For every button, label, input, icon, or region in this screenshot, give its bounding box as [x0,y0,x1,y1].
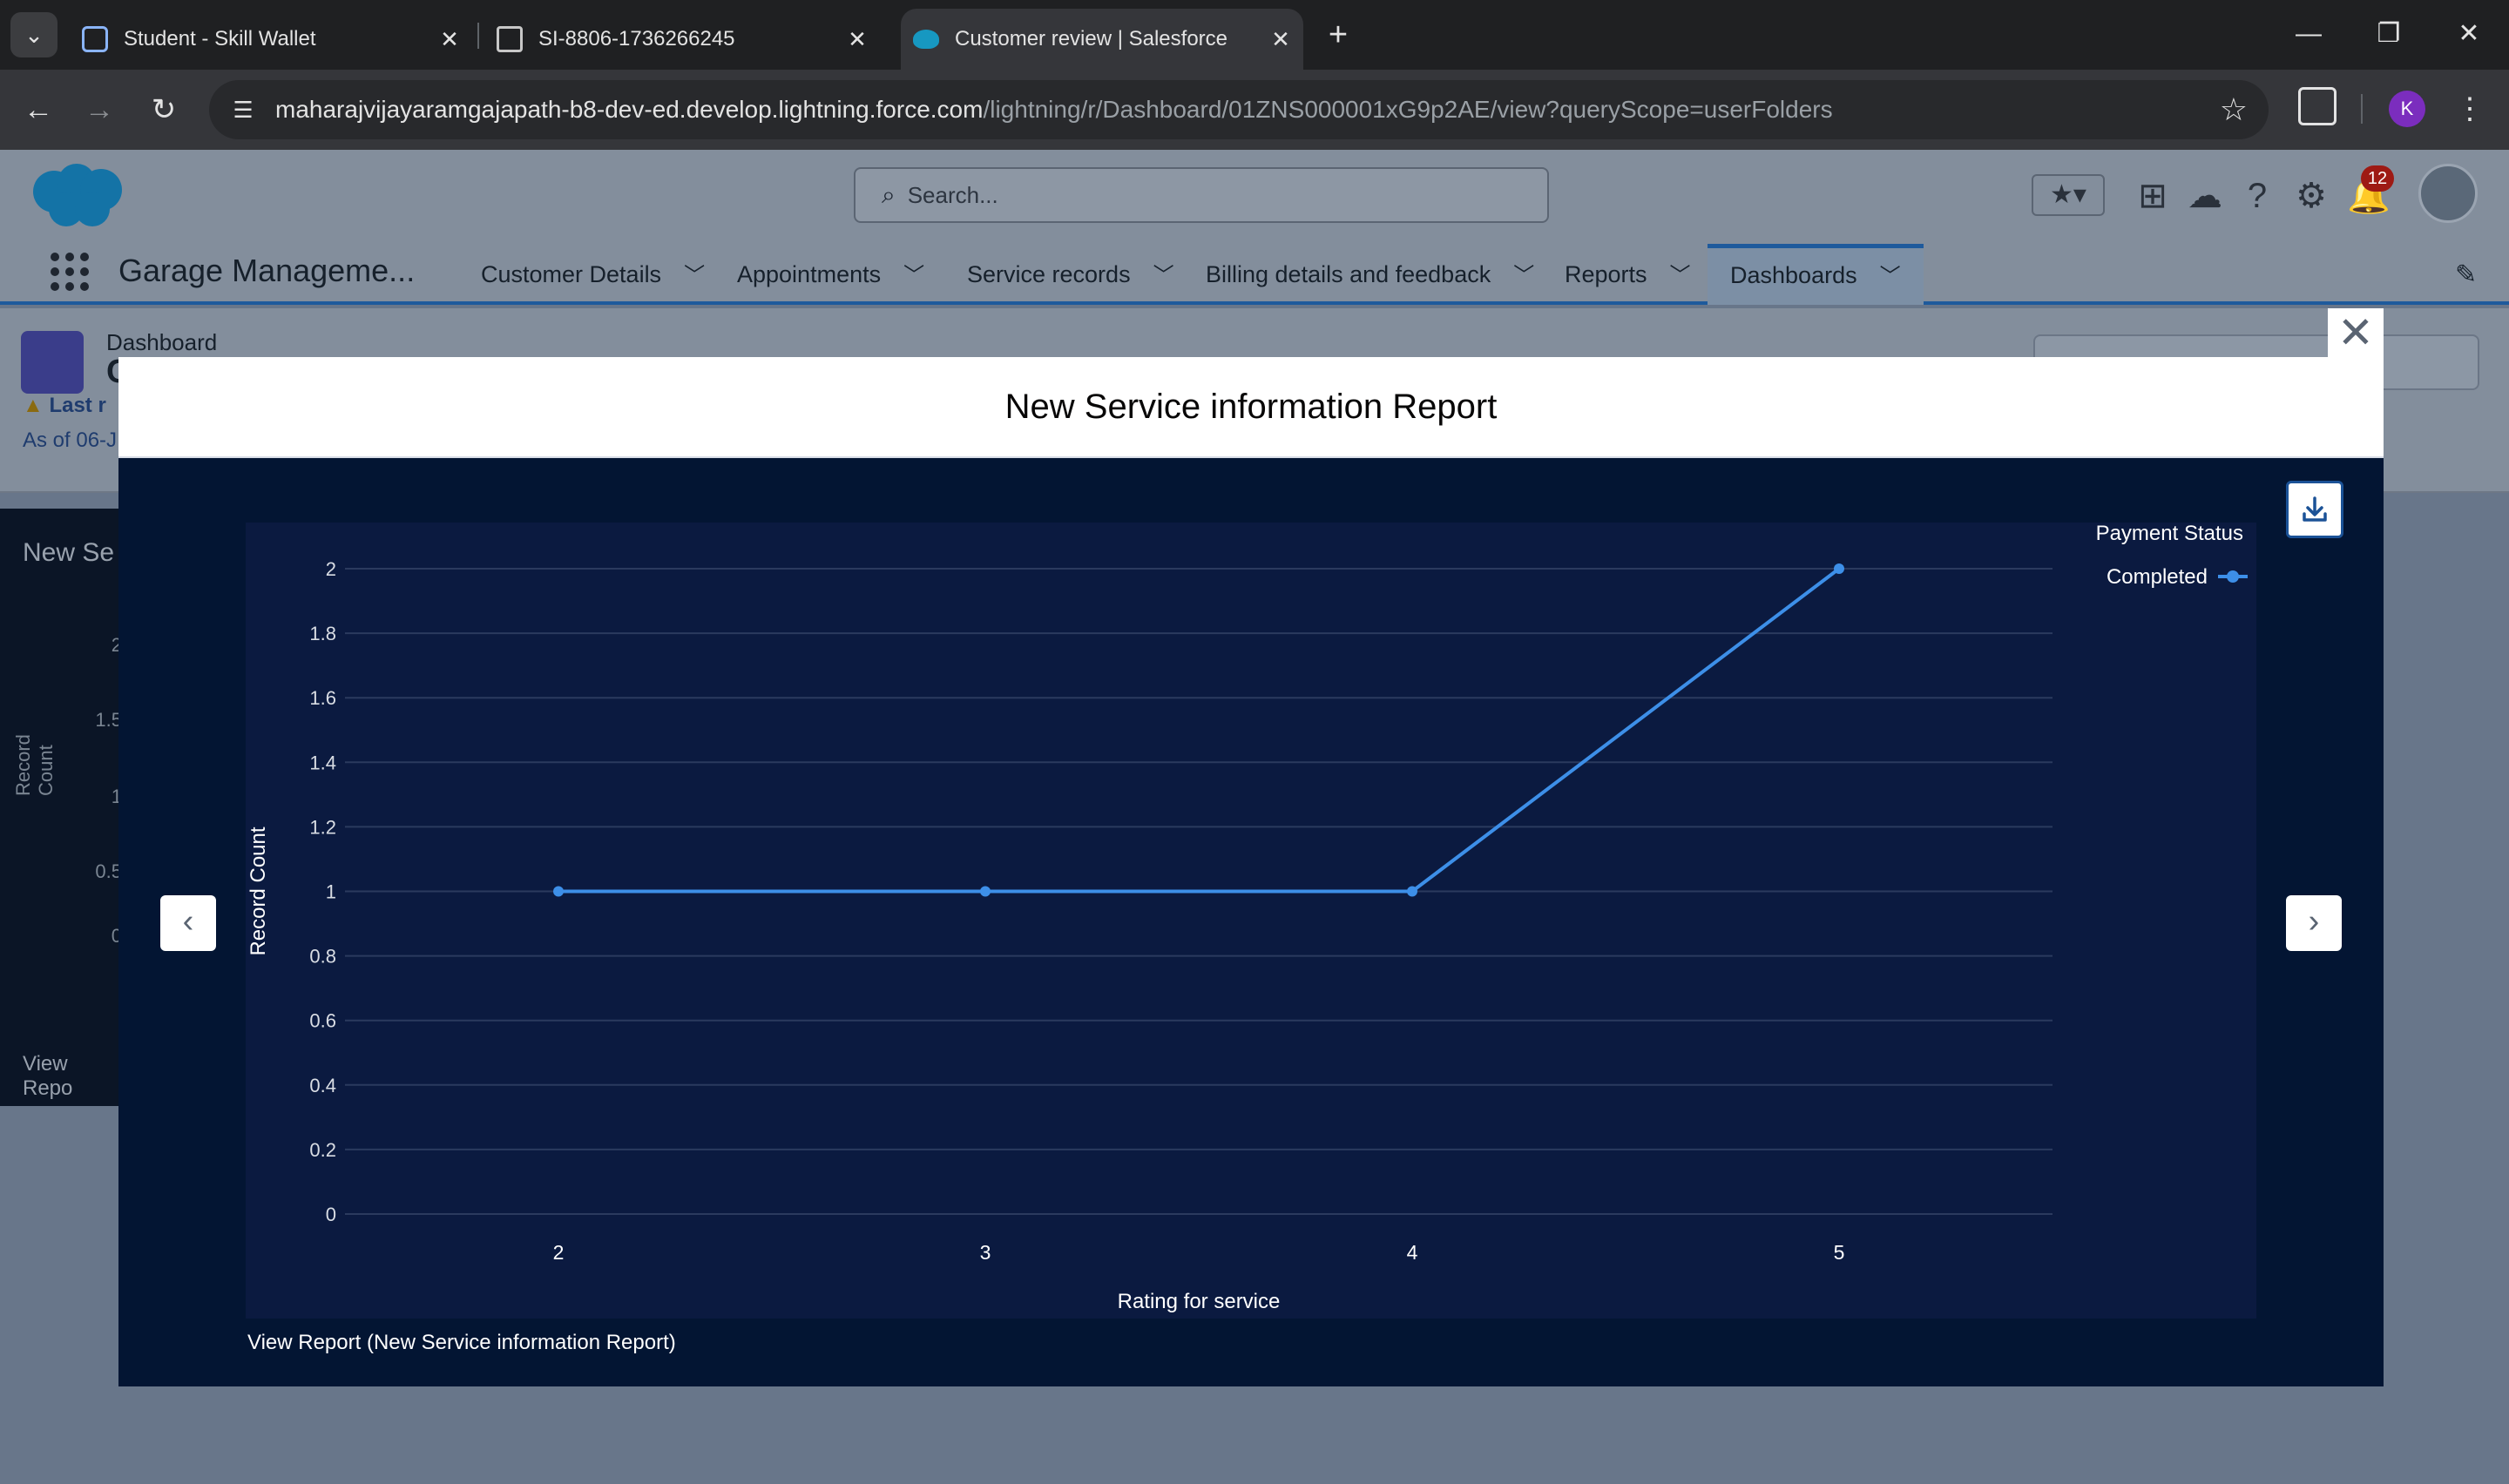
next-chart-chevron-right-icon[interactable]: › [2286,895,2342,951]
data-point [1834,563,1844,574]
data-point [553,886,564,897]
y-tick-label: 1.4 [309,752,336,773]
y-tick-label: 0.6 [309,1010,336,1032]
series-line [558,567,1841,894]
y-tick-label: 1 [326,881,336,903]
view-report-link[interactable]: View Report (New Service information Rep… [247,1331,676,1355]
previous-chart-chevron-left-icon[interactable]: ‹ [160,895,216,951]
x-tick-label: 3 [980,1241,991,1264]
line-chart: 0 0.2 0.4 0.6 0.8 1 1.2 1.4 1.6 1.8 2 2 3 4 5 Rating fo… [247,522,2248,1313]
legend-title: Payment Status [2096,522,2243,545]
y-tick-label: 0.2 [309,1139,336,1161]
y-tick-label: 1.8 [309,623,336,644]
download-icon [2303,496,2327,522]
y-tick-label: 2 [326,558,336,580]
data-point [1407,886,1417,897]
download-button[interactable] [2286,481,2343,538]
y-tick-label: 1.2 [309,816,336,838]
x-tick-label: 2 [553,1241,565,1264]
y-tick-label: 0.8 [309,946,336,968]
x-axis-title: Rating for service [1118,1290,1281,1313]
x-tick-label: 5 [1834,1241,1845,1264]
data-point [980,886,991,897]
legend-swatch-marker [2227,570,2239,583]
y-axis-title: Record Count [247,826,270,955]
x-tick-label: 4 [1407,1241,1418,1264]
y-tick-label: 0.4 [309,1075,336,1096]
y-tick-label: 0 [326,1204,336,1225]
y-tick-label: 1.6 [309,687,336,709]
legend-entry: Completed [2107,565,2208,589]
